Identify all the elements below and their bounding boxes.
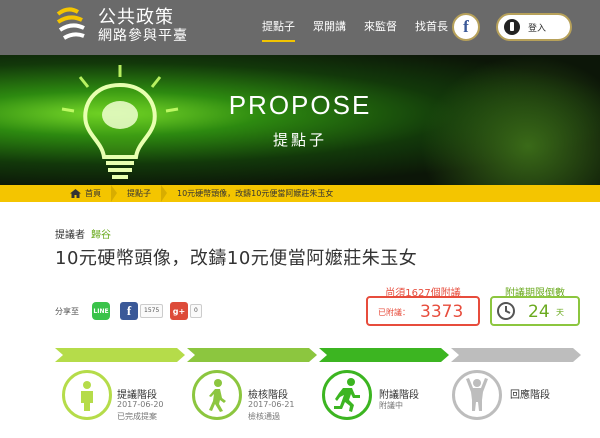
votes-counter: 已附議： 3373 [366, 296, 480, 326]
stage-response-name: 回應階段 [510, 390, 550, 401]
proposer-label: 提議者 [55, 230, 85, 241]
breadcrumb-current: 10元硬幣頭像，改鑄10元便當阿嬤莊朱玉女 [177, 189, 334, 198]
stage-second-circle [322, 370, 372, 420]
login-label: 登入 [528, 24, 547, 34]
login-button[interactable]: 登入 [496, 13, 572, 41]
breadcrumb-section[interactable]: 提點子 [117, 185, 161, 202]
countdown-unit: 天 [556, 308, 564, 317]
stage-propose-date: 2017-06-20 [117, 400, 164, 409]
breadcrumb-home-label: 首頁 [85, 189, 101, 198]
proposer-line: 提議者 歸谷 [55, 226, 111, 241]
facebook-share-button[interactable]: f [120, 302, 138, 320]
hero-banner: PROPOSE 提點子 [0, 55, 600, 185]
proposal-title: 10元硬幣頭像，改鑄10元便當阿嬤莊朱玉女 [55, 248, 418, 269]
lightbulb-icon [61, 65, 179, 179]
banner-subtitle: 提點子 [272, 131, 327, 149]
nav-propose[interactable]: 提點子 [262, 18, 295, 42]
gplus-share-button[interactable]: g+ [170, 302, 188, 320]
clock-icon [497, 302, 515, 320]
facebook-icon[interactable]: f [452, 13, 480, 41]
stage-review-name: 檢核階段 [248, 390, 288, 401]
gplus-share-count: 0 [190, 304, 202, 318]
line-share-button[interactable]: LINE [92, 302, 110, 320]
home-icon [70, 189, 81, 198]
breadcrumb: 首頁 提點子 10元硬幣頭像，改鑄10元便當阿嬤莊朱玉女 [0, 185, 600, 202]
user-icon [504, 19, 520, 35]
site-logo-subtitle[interactable]: 網路參與平臺 [98, 25, 188, 45]
stage-arrow-response [451, 348, 581, 362]
stage-propose-name: 提議階段 [117, 390, 157, 401]
stage-arrow-review [187, 348, 317, 362]
stage-progress-bar [55, 348, 581, 362]
stage-response-circle [452, 370, 502, 420]
proposer-name[interactable]: 歸谷 [91, 230, 111, 241]
votes-count: 3373 [420, 302, 464, 322]
nav-find-officials[interactable]: 找首長 [415, 18, 448, 42]
stage-review-date: 2017-06-21 [248, 400, 295, 409]
breadcrumb-home[interactable]: 首頁 [0, 185, 111, 202]
stage-review-status: 檢核通過 [248, 412, 280, 421]
main-nav: 提點子 眾開講 來監督 找首長 [262, 18, 448, 42]
nav-discuss[interactable]: 眾開講 [313, 18, 346, 42]
person-running-icon [334, 378, 360, 412]
countdown-box: 24 天 [490, 296, 580, 326]
stage-review-circle [192, 370, 242, 420]
nav-supervise[interactable]: 來監督 [364, 18, 397, 42]
stage-propose-circle [62, 370, 112, 420]
person-raising-arms-icon [466, 378, 488, 411]
stage-second-status: 附議中 [379, 401, 403, 410]
site-logo-icon[interactable] [54, 4, 90, 44]
stage-arrow-second [319, 348, 449, 362]
stage-second-name: 附議階段 [379, 390, 419, 401]
stage-propose-status: 已完成提案 [117, 412, 157, 421]
facebook-share-count: 1575 [140, 304, 164, 318]
share-label: 分享至 [55, 307, 79, 316]
person-standing-icon [81, 381, 93, 411]
countdown-days: 24 [528, 302, 550, 322]
stage-arrow-propose [55, 348, 185, 362]
banner-title: PROPOSE [228, 90, 372, 120]
votes-prefix: 已附議： [378, 308, 410, 317]
person-walking-icon [209, 379, 226, 412]
site-header: 公共政策 網路參與平臺 提點子 眾開講 來監督 找首長 f 登入 [0, 0, 600, 55]
